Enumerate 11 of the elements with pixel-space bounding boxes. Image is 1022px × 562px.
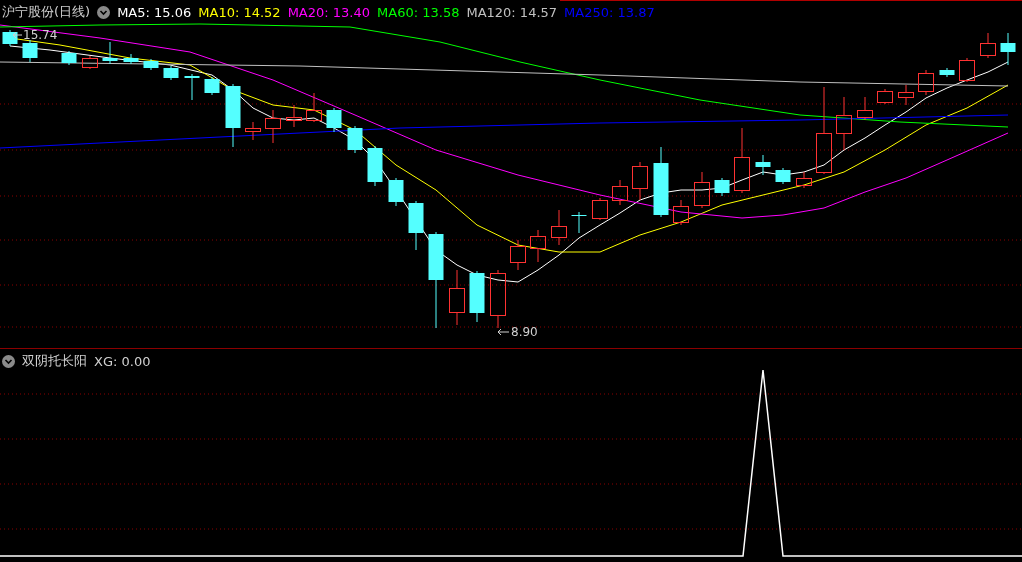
stock-title: 沪宁股份(日线) xyxy=(2,3,91,21)
high-price-label: 15.74 xyxy=(23,28,58,42)
moving-average-label: MA5: 15.06 xyxy=(117,4,192,20)
moving-average-label: MA20: 13.40 xyxy=(287,4,371,20)
moving-average-label: MA120: 14.57 xyxy=(466,4,558,20)
indicator-reading: XG: 0.00 xyxy=(94,353,151,369)
low-price-label: 8.90 xyxy=(511,325,538,339)
moving-average-label: MA250: 13.87 xyxy=(564,4,655,20)
indicator-title: 双阴托长阳 xyxy=(22,352,87,370)
moving-average-label: MA60: 13.58 xyxy=(377,4,460,20)
moving-average-label: MA10: 14.52 xyxy=(198,4,281,20)
